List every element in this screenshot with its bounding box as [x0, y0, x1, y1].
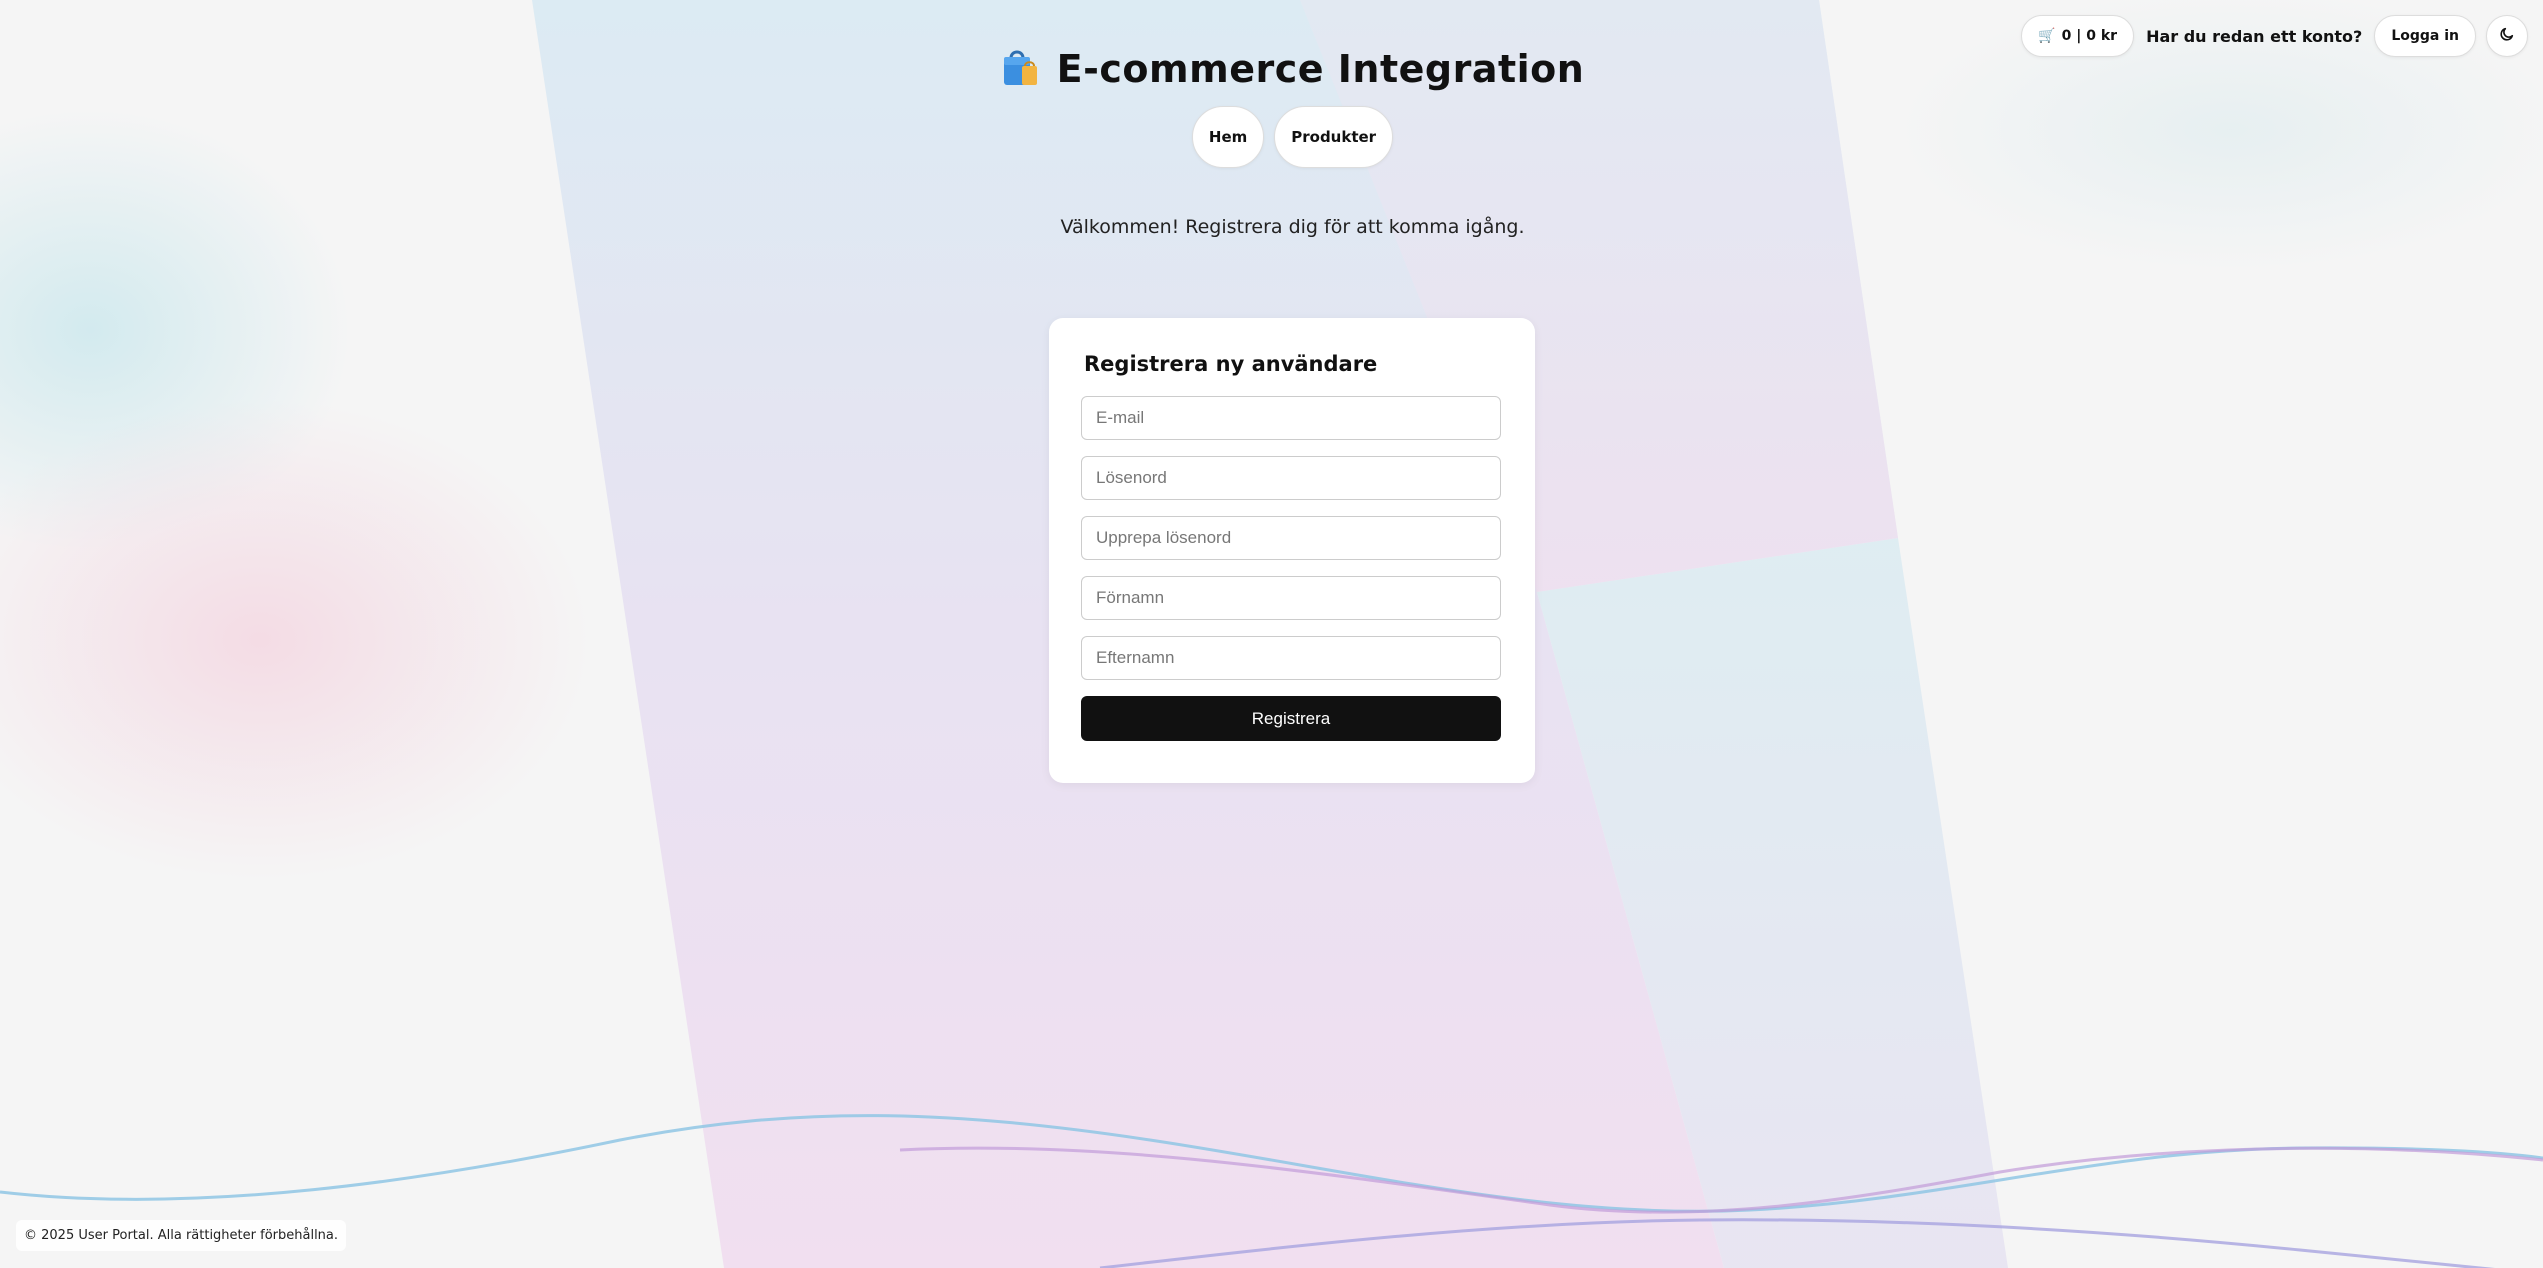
register-form: Registrera ny användare Registrera	[1049, 318, 1535, 783]
page: 🛒 0 | 0 kr Har du redan ett konto? Logga…	[0, 0, 2543, 1268]
main-nav: Hem Produkter	[0, 106, 2543, 168]
last-name-field[interactable]	[1081, 636, 1501, 680]
password-field[interactable]	[1081, 456, 1501, 500]
shopping-bag-icon	[1001, 46, 1041, 92]
register-button[interactable]: Registrera	[1081, 696, 1501, 741]
first-name-field[interactable]	[1081, 576, 1501, 620]
moon-icon	[2499, 26, 2515, 46]
cart-summary: 0 | 0 kr	[2061, 28, 2118, 44]
account-bar: 🛒 0 | 0 kr Har du redan ett konto? Logga…	[2021, 15, 2528, 57]
cart-icon: 🛒	[2038, 28, 2056, 44]
account-prompt: Har du redan ett konto?	[2146, 26, 2363, 46]
footer-copyright: © 2025 User Portal. Alla rättigheter för…	[16, 1220, 347, 1251]
nav-item-home[interactable]: Hem	[1191, 106, 1265, 168]
nav-item-products[interactable]: Produkter	[1274, 106, 1394, 168]
welcome-message: Välkommen! Registrera dig för att komma …	[1060, 216, 1525, 238]
theme-toggle-button[interactable]	[2486, 15, 2528, 57]
cart-button[interactable]: 🛒 0 | 0 kr	[2021, 15, 2135, 57]
email-field[interactable]	[1081, 396, 1501, 440]
register-form-title: Registrera ny användare	[1084, 352, 1378, 376]
login-button[interactable]: Logga in	[2374, 15, 2476, 57]
repeat-password-field[interactable]	[1081, 516, 1501, 560]
page-title: E-commerce Integration	[1056, 47, 1585, 91]
